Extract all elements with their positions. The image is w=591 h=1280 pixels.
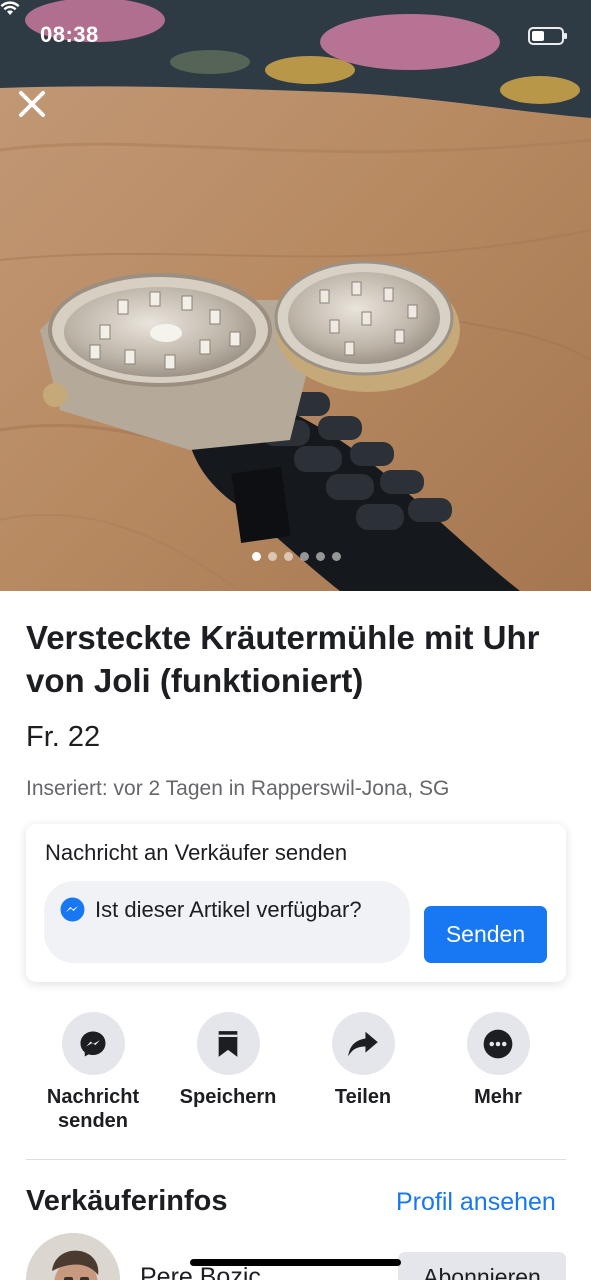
action-icon-circle[interactable] xyxy=(196,1012,260,1075)
pagination-dot[interactable] xyxy=(284,552,293,561)
share-action[interactable]: Teilen xyxy=(298,1012,428,1109)
save-action[interactable]: Speichern xyxy=(163,1012,293,1109)
pagination-dot[interactable] xyxy=(268,552,277,561)
messenger-icon xyxy=(60,897,85,922)
wifi-icon xyxy=(0,1,20,15)
send-button[interactable]: Senden xyxy=(424,906,547,963)
action-icon-circle[interactable] xyxy=(61,1012,125,1075)
listing-price: Fr. 22 xyxy=(26,721,101,753)
action-label: Nachricht senden xyxy=(46,1086,140,1132)
pagination-dot[interactable] xyxy=(332,552,341,561)
message-input-text[interactable]: Ist dieser Artikel verfügbar? xyxy=(95,895,395,924)
pagination-dot[interactable] xyxy=(300,552,309,561)
seller-photo xyxy=(26,1233,120,1280)
status-time: 08:38 xyxy=(40,22,99,47)
home-indicator[interactable] xyxy=(190,1259,401,1266)
close-button[interactable] xyxy=(14,86,50,122)
action-icon-circle[interactable] xyxy=(466,1012,530,1075)
listing-photo[interactable]: 08:38 xyxy=(0,0,591,591)
message-seller-action[interactable]: Nachricht senden xyxy=(28,1012,158,1133)
message-seller-card: Nachricht an Verkäufer senden Ist dieser… xyxy=(26,824,566,982)
seller-info-heading: Verkäuferinfos xyxy=(26,1185,228,1217)
more-action[interactable]: Mehr xyxy=(433,1012,563,1109)
avatar[interactable] xyxy=(26,1233,120,1280)
share-icon xyxy=(348,1031,378,1056)
action-row: Nachricht senden Speichern Teilen Mehr xyxy=(0,1012,591,1142)
status-bar: 08:38 xyxy=(0,0,591,70)
action-label: Speichern xyxy=(179,1086,277,1108)
pagination-dot[interactable] xyxy=(252,552,261,561)
battery-level xyxy=(532,31,544,41)
action-icon-circle[interactable] xyxy=(331,1012,395,1075)
bookmark-icon xyxy=(218,1030,238,1057)
divider xyxy=(26,1159,566,1160)
battery-icon xyxy=(528,27,567,45)
action-label: Teilen xyxy=(334,1086,392,1108)
messenger-icon xyxy=(80,1031,106,1056)
pagination-dot[interactable] xyxy=(316,552,325,561)
close-icon xyxy=(19,91,45,117)
listing-title: Versteckte Kräutermühle mit Uhr von Joli… xyxy=(26,619,540,699)
photo-pagination[interactable] xyxy=(252,552,341,561)
listing-posted-info: Inseriert: vor 2 Tagen in Rapperswil-Jon… xyxy=(26,777,450,800)
action-label: Mehr xyxy=(474,1086,522,1108)
message-card-heading: Nachricht an Verkäufer senden xyxy=(45,840,348,865)
view-profile-link[interactable]: Profil ansehen xyxy=(396,1188,556,1217)
follow-button[interactable]: Abonnieren xyxy=(398,1252,566,1280)
grinder-watch-photo xyxy=(0,0,591,591)
more-icon xyxy=(483,1029,513,1058)
message-input[interactable]: Ist dieser Artikel verfügbar? xyxy=(44,881,410,963)
